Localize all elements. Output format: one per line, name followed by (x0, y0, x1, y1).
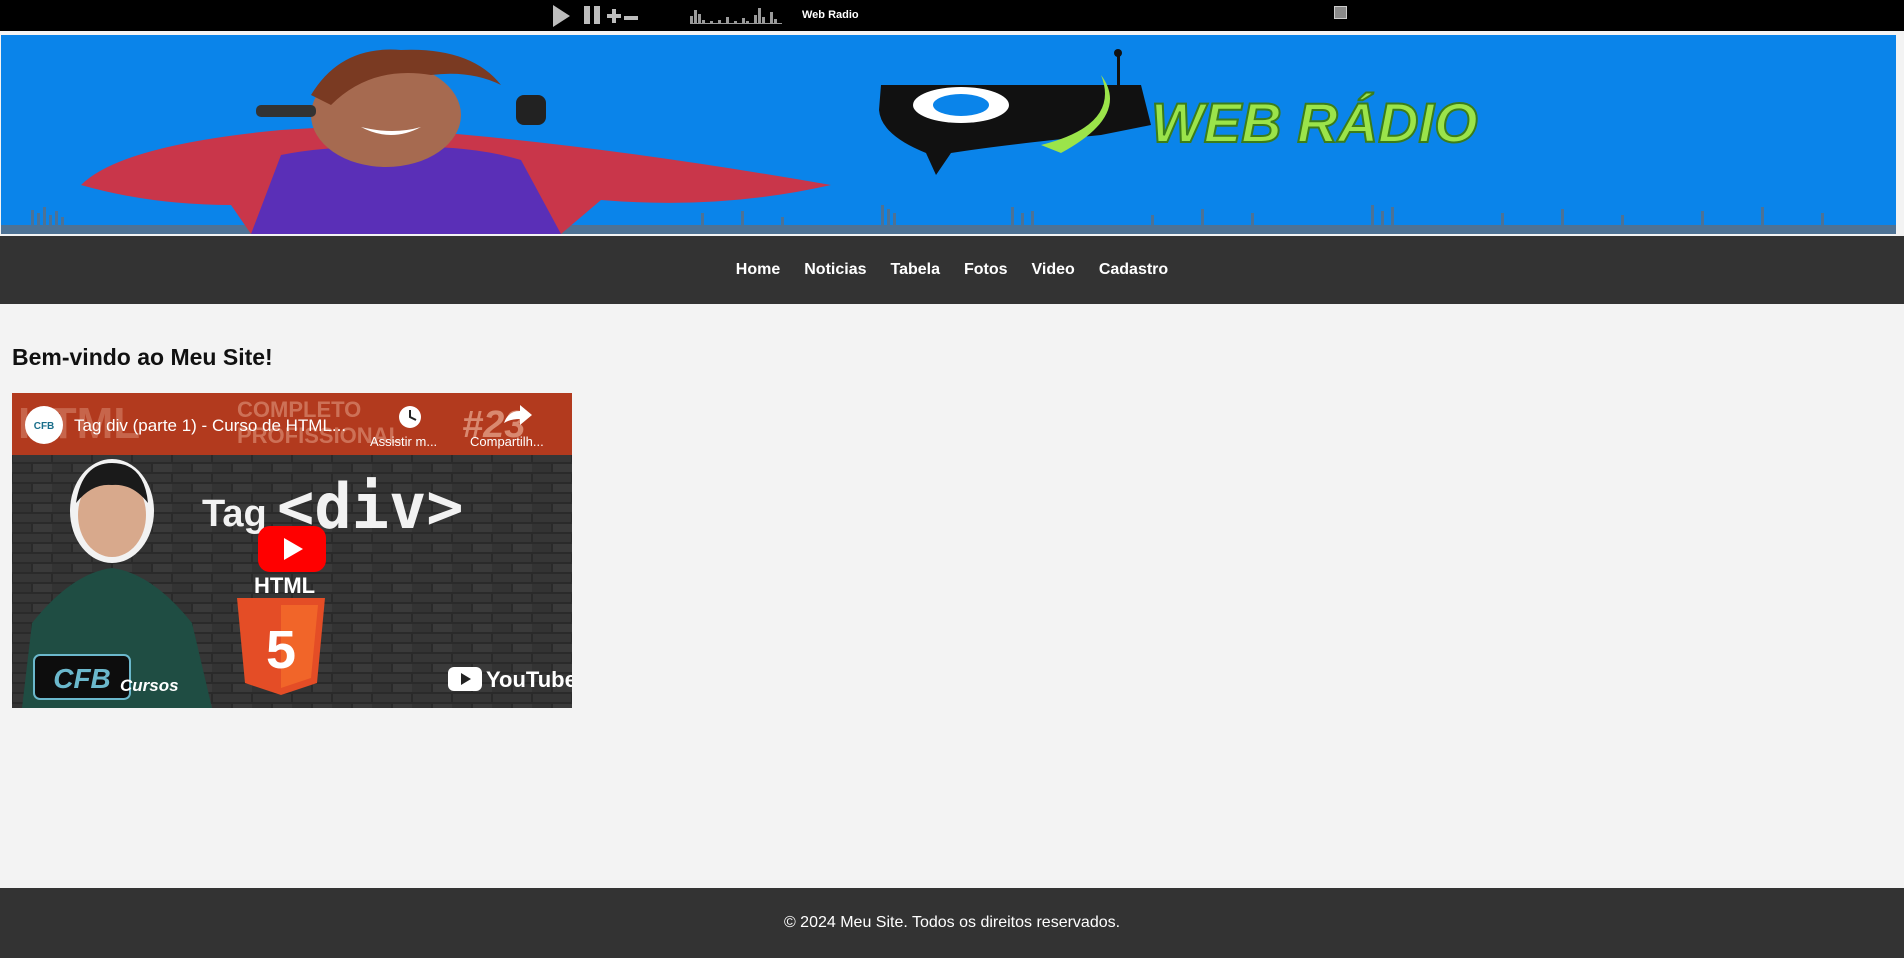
youtube-video-embed[interactable]: HTML COMPLETO PROFISSIONAL #23 CFB Tag d… (12, 393, 572, 708)
svg-text:Cursos: Cursos (120, 676, 179, 695)
volume-up-icon[interactable] (607, 9, 621, 23)
svg-text:CFB: CFB (34, 421, 55, 432)
nav-item-fotos[interactable]: Fotos (964, 261, 1008, 279)
volume-down-icon[interactable] (624, 16, 638, 20)
html5-icon: 5 (237, 598, 325, 695)
video-title: Tag div (parte 1) - Curso de HTML... (74, 416, 346, 435)
nav-item-cadastro[interactable]: Cadastro (1099, 261, 1168, 279)
spectrum-visualizer (690, 8, 782, 24)
svg-text:Assistir m...: Assistir m... (370, 434, 437, 449)
header-banner: WEB RÁDIO (1, 35, 1896, 234)
svg-text:CFB: CFB (53, 663, 111, 694)
channel-avatar[interactable]: CFB (25, 406, 63, 444)
logo-text: WEB RÁDIO (1151, 91, 1478, 154)
nav-item-tabela[interactable]: Tabela (891, 261, 941, 279)
play-button[interactable] (258, 526, 326, 572)
youtube-logo[interactable]: YouTube (448, 667, 572, 692)
nav-item-noticias[interactable]: Noticias (804, 261, 866, 279)
svg-text:5: 5 (266, 620, 296, 680)
page-title: Bem-vindo ao Meu Site! (12, 344, 273, 370)
player-option-icon[interactable] (1334, 6, 1347, 19)
svg-text:YouTube: YouTube (486, 667, 572, 692)
pause-icon[interactable] (584, 6, 600, 24)
radio-player-bar: Web Radio (0, 0, 1904, 31)
nav-item-home[interactable]: Home (736, 261, 780, 279)
woman-with-headphones-image (81, 49, 831, 234)
nav-item-video[interactable]: Video (1032, 261, 1075, 279)
tag-label: Tag (202, 493, 267, 535)
play-icon[interactable] (553, 5, 570, 27)
svg-text:Compartilh...: Compartilh... (470, 434, 544, 449)
page-footer: © 2024 Meu Site. Todos os direitos reser… (0, 888, 1904, 958)
main-nav: Home Noticias Tabela Fotos Video Cadastr… (0, 236, 1904, 304)
player-title: Web Radio (802, 9, 859, 21)
web-radio-logo: WEB RÁDIO (879, 49, 1479, 175)
footer-text: © 2024 Meu Site. Todos os direitos reser… (783, 914, 1121, 931)
html-label: HTML (254, 573, 315, 598)
